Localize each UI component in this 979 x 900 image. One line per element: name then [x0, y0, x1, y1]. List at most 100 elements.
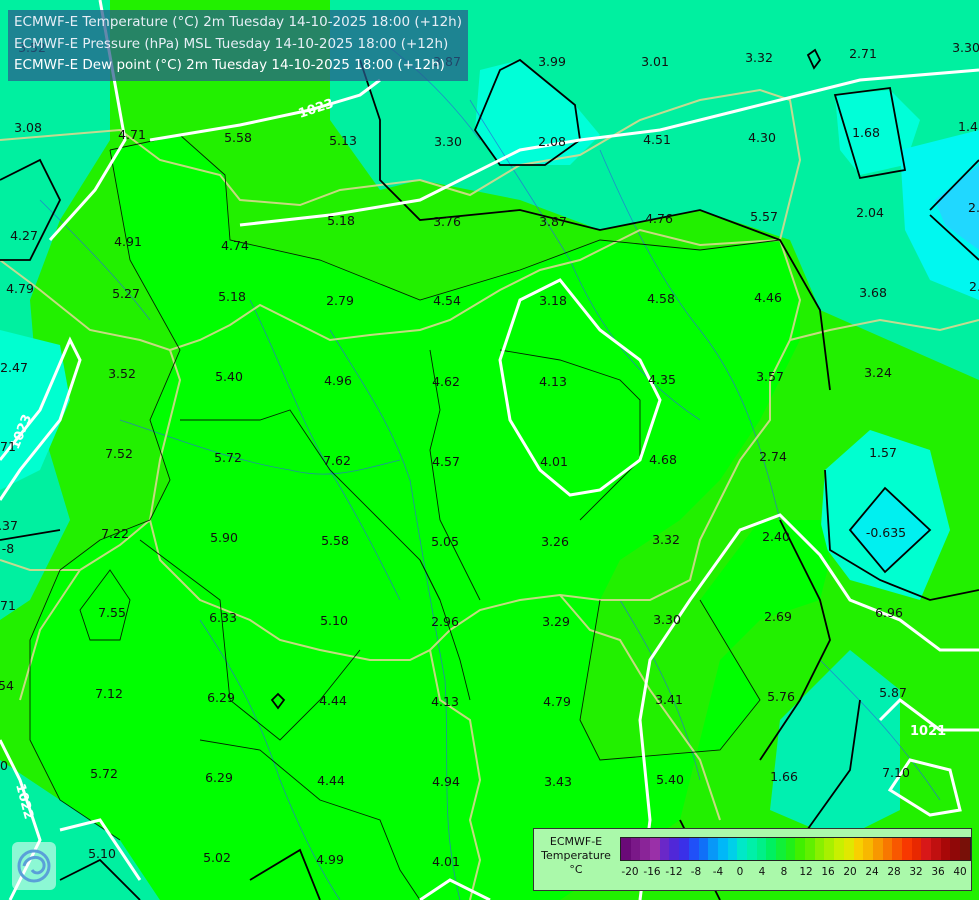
- value-label: 2.74: [759, 449, 787, 464]
- legend-ticks: -20 -16 -12 -8 -4 0 4 8 12 16 20 24 28 32 36 40: [620, 866, 970, 880]
- value-label: 3.29: [542, 614, 570, 629]
- legend-tick-label: 32: [909, 866, 923, 878]
- map-header: ECMWF-E Temperature (°C) 2m Tuesday 14-1…: [8, 10, 468, 81]
- value-label: 4.62: [432, 374, 460, 389]
- value-label: 2.: [968, 200, 979, 215]
- value-label: .54: [0, 678, 14, 693]
- legend-swatch: [717, 838, 728, 860]
- legend-swatch: [688, 838, 699, 860]
- value-label: 1.68: [852, 125, 880, 140]
- value-label: 4.68: [649, 452, 677, 467]
- value-label: .0: [0, 758, 8, 773]
- legend-swatch: [746, 838, 757, 860]
- value-label: 2.79: [326, 293, 354, 308]
- value-label: -8: [2, 541, 15, 556]
- isobar-label-1023-north: 1023: [297, 96, 336, 121]
- value-label: 5.10: [88, 846, 116, 861]
- value-label: .71: [0, 439, 16, 454]
- value-label: 7.10: [882, 765, 910, 780]
- value-label: 4.44: [319, 693, 347, 708]
- legend-tick-label: -8: [690, 866, 702, 878]
- value-label: 3.08: [14, 120, 42, 135]
- value-label: 5.87: [879, 685, 907, 700]
- value-label: 7.52: [105, 446, 133, 461]
- legend-swatch: [814, 838, 825, 860]
- value-label: 5.58: [224, 130, 252, 145]
- value-label: 5.90: [210, 530, 238, 545]
- legend-swatch: [940, 838, 951, 860]
- value-label: 5.58: [321, 533, 349, 548]
- value-label: 3.30: [952, 40, 979, 55]
- value-label: 3.24: [864, 365, 892, 380]
- value-label: 5.10: [320, 613, 348, 628]
- legend-swatch: [766, 838, 776, 860]
- legend-swatch: [698, 838, 709, 860]
- legend-swatch: [921, 838, 931, 860]
- legend-tick-label: -4: [712, 866, 724, 878]
- legend-swatch: [659, 838, 670, 860]
- value-label: 3.41: [655, 692, 683, 707]
- legend-swatch: [756, 838, 767, 860]
- value-label: 5.76: [767, 689, 795, 704]
- value-label: 3.76: [433, 214, 461, 229]
- legend-tick-label: -16: [643, 866, 661, 878]
- value-label: 4.91: [114, 234, 142, 249]
- value-label: 5.05: [431, 534, 459, 549]
- legend-swatch: [621, 838, 631, 860]
- legend-swatch: [795, 838, 806, 860]
- value-label: 4.30: [748, 130, 776, 145]
- legend-swatch: [776, 838, 786, 860]
- legend-tick-label: -20: [621, 866, 639, 878]
- legend-tick-label: 12: [799, 866, 813, 878]
- value-label: 5.40: [215, 369, 243, 384]
- value-label: 4.44: [317, 773, 345, 788]
- value-label: 3.30: [434, 134, 462, 149]
- isobar-label-1021: 1021: [910, 724, 946, 739]
- value-label: 5.18: [218, 289, 246, 304]
- value-label: 3.32: [745, 50, 773, 65]
- value-label: 2.04: [856, 205, 884, 220]
- value-label: 5.02: [203, 850, 231, 865]
- value-label: 4.13: [539, 374, 567, 389]
- value-label: 2.96: [431, 614, 459, 629]
- header-temperature[interactable]: ECMWF-E Temperature (°C) 2m Tuesday 14-1…: [14, 12, 462, 34]
- legend-tick-label: 40: [953, 866, 967, 878]
- value-label: 2.08: [538, 134, 566, 149]
- legend-tick-label: -12: [665, 866, 683, 878]
- value-label: 1.57: [869, 445, 897, 460]
- value-label: 4.54: [433, 293, 461, 308]
- value-label: 6.96: [875, 605, 903, 620]
- legend-tick-label: 28: [887, 866, 901, 878]
- value-label: 4.35: [648, 372, 676, 387]
- value-label: 5.57: [750, 209, 778, 224]
- value-label: 1.66: [770, 769, 798, 784]
- value-label: 4.74: [221, 238, 249, 253]
- legend-swatch: [669, 838, 680, 860]
- value-label: 6.29: [205, 770, 233, 785]
- legend-swatch: [863, 838, 873, 860]
- zone-teal-southeast: [770, 650, 900, 840]
- legend-swatch: [785, 838, 796, 860]
- map-canvas: 1023 1023 1021 1022 3.523.873.993.013.32…: [0, 0, 979, 900]
- value-label: 4.96: [324, 373, 352, 388]
- value-label: 7.55: [98, 605, 126, 620]
- legend-swatch: [892, 838, 902, 860]
- value-label: 7.12: [95, 686, 123, 701]
- legend-swatch: [679, 838, 689, 860]
- value-label: 7.62: [323, 453, 351, 468]
- value-label: 1.4: [958, 119, 978, 134]
- value-label: 2.47: [0, 360, 28, 375]
- value-label: .71: [0, 598, 16, 613]
- value-label: 4.94: [432, 774, 460, 789]
- value-label: 3.99: [538, 54, 566, 69]
- value-label: 3.87: [539, 214, 567, 229]
- header-dewpoint[interactable]: ECMWF-E Dew point (°C) 2m Tuesday 14-10-…: [14, 55, 462, 77]
- legend-color-bar: [620, 837, 971, 861]
- temperature-legend: ECMWF-E Temperature °C -20 -16 -12 -8 -4 0 4 8 1…: [533, 828, 972, 891]
- value-label: 3.26: [541, 534, 569, 549]
- value-label: 4.51: [643, 132, 671, 147]
- legend-swatch: [931, 838, 941, 860]
- legend-tick-label: 36: [931, 866, 945, 878]
- value-label: 4.27: [10, 228, 38, 243]
- header-pressure[interactable]: ECMWF-E Pressure (hPa) MSL Tuesday 14-10…: [14, 34, 462, 56]
